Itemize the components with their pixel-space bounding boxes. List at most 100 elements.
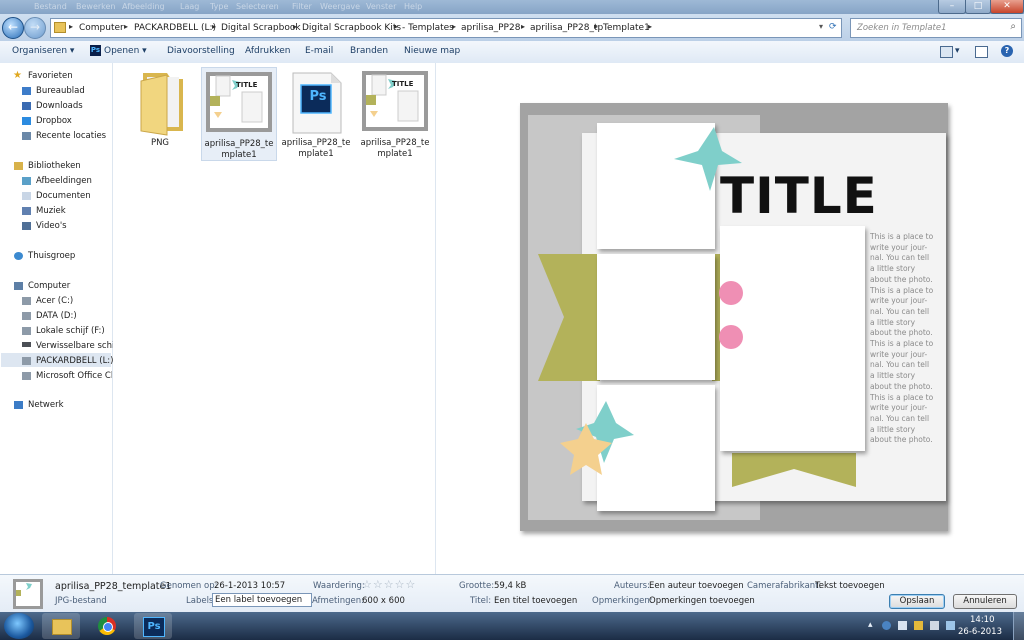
speaker-icon[interactable] <box>930 621 939 630</box>
breadcrumb-kits[interactable]: Digital Scrapbook Kits <box>302 23 401 33</box>
details-maker-value[interactable]: Tekst toevoegen <box>815 581 885 591</box>
rating-stars[interactable]: ☆☆☆☆☆ <box>362 578 416 591</box>
network-status-icon[interactable] <box>946 621 955 630</box>
forward-button[interactable]: → <box>24 17 46 39</box>
tray-expand-icon[interactable]: ▴ <box>868 620 873 630</box>
taskbar-chrome[interactable] <box>88 613 126 639</box>
nav-item-drive-c[interactable]: Acer (C:) <box>36 296 73 306</box>
ghost-menu-item: Selecteren <box>236 2 279 11</box>
address-bar[interactable]: ▸ Computer ▸ PACKARDBELL (L:) ▸ Digital … <box>50 18 842 38</box>
search-input[interactable]: Zoeken in Template1 ⌕ <box>850 18 1022 38</box>
nav-item-recent[interactable]: Recente locaties <box>36 131 106 141</box>
labels-input[interactable]: Een label toevoegen <box>212 593 312 607</box>
file-item-psd[interactable]: Ps aprilisa_PP28_te mplate1 <box>279 67 353 159</box>
start-button[interactable] <box>4 613 34 639</box>
cancel-button[interactable]: Annuleren <box>953 594 1017 609</box>
nav-item-music[interactable]: Muziek <box>36 206 66 216</box>
taskbar: Ps ▴ 14:10 26-6-2013 <box>0 612 1024 640</box>
nav-item-packardbell[interactable]: PACKARDBELL (L:) <box>36 356 113 366</box>
preview-pane-icon[interactable] <box>975 46 988 58</box>
organize-button[interactable]: Organiseren ▾ <box>12 46 74 56</box>
details-size-label: Grootte: <box>459 581 495 591</box>
file-item-png-folder[interactable]: PNG <box>123 67 197 159</box>
details-comments-value[interactable]: Opmerkingen toevoegen <box>649 596 755 606</box>
journal-line: This is a place to <box>870 285 934 295</box>
file-item-jpg-2[interactable]: TITLE aprilisa_PP28_te mplate1 <box>358 67 432 159</box>
command-bar: Organiseren ▾ Ps Openen ▾ Diavoorstellin… <box>0 41 1024 64</box>
nav-item-desktop[interactable]: Bureaublad <box>36 86 85 96</box>
breadcrumb-template1[interactable]: Template1 <box>603 23 650 33</box>
nav-item-documents[interactable]: Documenten <box>36 191 91 201</box>
clock-date[interactable]: 26-6-2013 <box>958 627 1002 637</box>
minimize-button[interactable]: – <box>938 0 966 14</box>
thumbnail-image <box>362 71 428 131</box>
file-item-jpg[interactable]: TITLE aprilisa_PP28_te mplate1 <box>201 67 277 161</box>
dropdown-arrow-icon[interactable]: ▾ <box>819 22 823 31</box>
email-button[interactable]: E-mail <box>305 46 333 56</box>
journal-line: nal. You can tell <box>870 413 930 423</box>
close-button[interactable]: ✕ <box>990 0 1024 14</box>
breadcrumb-templates[interactable]: - Templates <box>402 23 454 33</box>
tray-icon[interactable] <box>898 621 907 630</box>
nav-item-drive-f[interactable]: Lokale schijf (F:) <box>36 326 105 336</box>
folder-icon <box>52 619 72 635</box>
journal-line: write your jour- <box>870 403 928 413</box>
breadcrumb-aprilisa-tp[interactable]: aprilisa_PP28_tp <box>530 23 603 33</box>
drive-icon <box>22 372 31 380</box>
nav-item-removable[interactable]: Verwisselbare schijf <box>36 341 120 351</box>
refresh-icon[interactable]: ⟳ <box>829 22 837 32</box>
ghost-menu-item: Help <box>404 2 423 11</box>
drive-icon <box>22 297 31 305</box>
details-pane: aprilisa_PP28_template1 JPG-bestand Geno… <box>0 574 1024 613</box>
breadcrumb-aprilisa[interactable]: aprilisa_PP28 <box>461 23 520 33</box>
journal-line: write your jour- <box>870 242 928 252</box>
nav-network[interactable]: Netwerk <box>28 400 64 410</box>
breadcrumb-computer[interactable]: Computer <box>79 23 124 33</box>
tray-icon[interactable] <box>882 621 891 630</box>
details-authors-value[interactable]: Een auteur toevoegen <box>649 581 744 591</box>
nav-libraries[interactable]: Bibliotheken <box>28 161 81 171</box>
nav-item-downloads[interactable]: Downloads <box>36 101 83 111</box>
show-desktop-button[interactable] <box>1013 612 1024 640</box>
drive-icon <box>22 312 31 320</box>
nav-item-office[interactable]: Microsoft Office Click <box>36 371 112 381</box>
ghost-menu-item: Filter <box>292 2 312 11</box>
journal-line: about the photo. <box>870 381 933 391</box>
nav-item-videos[interactable]: Video's <box>36 221 67 231</box>
view-options-icon[interactable] <box>940 46 953 58</box>
maximize-button[interactable]: □ <box>965 0 991 14</box>
drive-icon <box>22 327 31 335</box>
nav-item-dropbox[interactable]: Dropbox <box>36 116 72 126</box>
slideshow-button[interactable]: Diavoorstelling <box>167 46 235 56</box>
details-title-value[interactable]: Een titel toevoegen <box>494 596 577 606</box>
tray-icon[interactable] <box>914 621 923 630</box>
nav-item-pictures[interactable]: Afbeeldingen <box>36 176 92 186</box>
new-folder-button[interactable]: Nieuwe map <box>404 46 460 56</box>
open-button[interactable]: Openen ▾ <box>104 46 147 56</box>
nav-item-drive-d[interactable]: DATA (D:) <box>36 311 77 321</box>
journal-line: a little story <box>870 371 916 381</box>
clock-time[interactable]: 14:10 <box>970 615 995 625</box>
star-icon: ★ <box>13 70 22 81</box>
breadcrumb-digital-scrapbook[interactable]: Digital Scrapbook <box>221 23 301 33</box>
removable-drive-icon <box>22 342 31 347</box>
help-icon[interactable]: ? <box>1001 45 1013 57</box>
taskbar-explorer[interactable] <box>42 613 80 639</box>
taskbar-photoshop[interactable]: Ps <box>134 613 172 639</box>
save-button[interactable]: Opslaan <box>889 594 945 609</box>
print-button[interactable]: Afdrukken <box>245 46 290 56</box>
nav-computer[interactable]: Computer <box>28 281 70 291</box>
back-button[interactable]: ← <box>2 17 24 39</box>
thumbnail-image <box>206 72 272 132</box>
journal-line: write your jour- <box>870 349 928 359</box>
details-taken-value: 26-1-2013 10:57 <box>214 581 286 591</box>
breadcrumb-drive[interactable]: PACKARDBELL (L:) <box>134 23 216 33</box>
file-name: PNG <box>150 138 170 148</box>
nav-homegroup[interactable]: Thuisgroep <box>28 251 75 261</box>
chevron-down-icon[interactable]: ▾ <box>955 46 960 56</box>
nav-favorites[interactable]: Favorieten <box>28 71 73 81</box>
chevron-right-icon: ▸ <box>394 22 399 31</box>
folder-icon <box>54 22 66 33</box>
burn-button[interactable]: Branden <box>350 46 388 56</box>
ghost-menu-item: Bewerken <box>76 2 116 11</box>
